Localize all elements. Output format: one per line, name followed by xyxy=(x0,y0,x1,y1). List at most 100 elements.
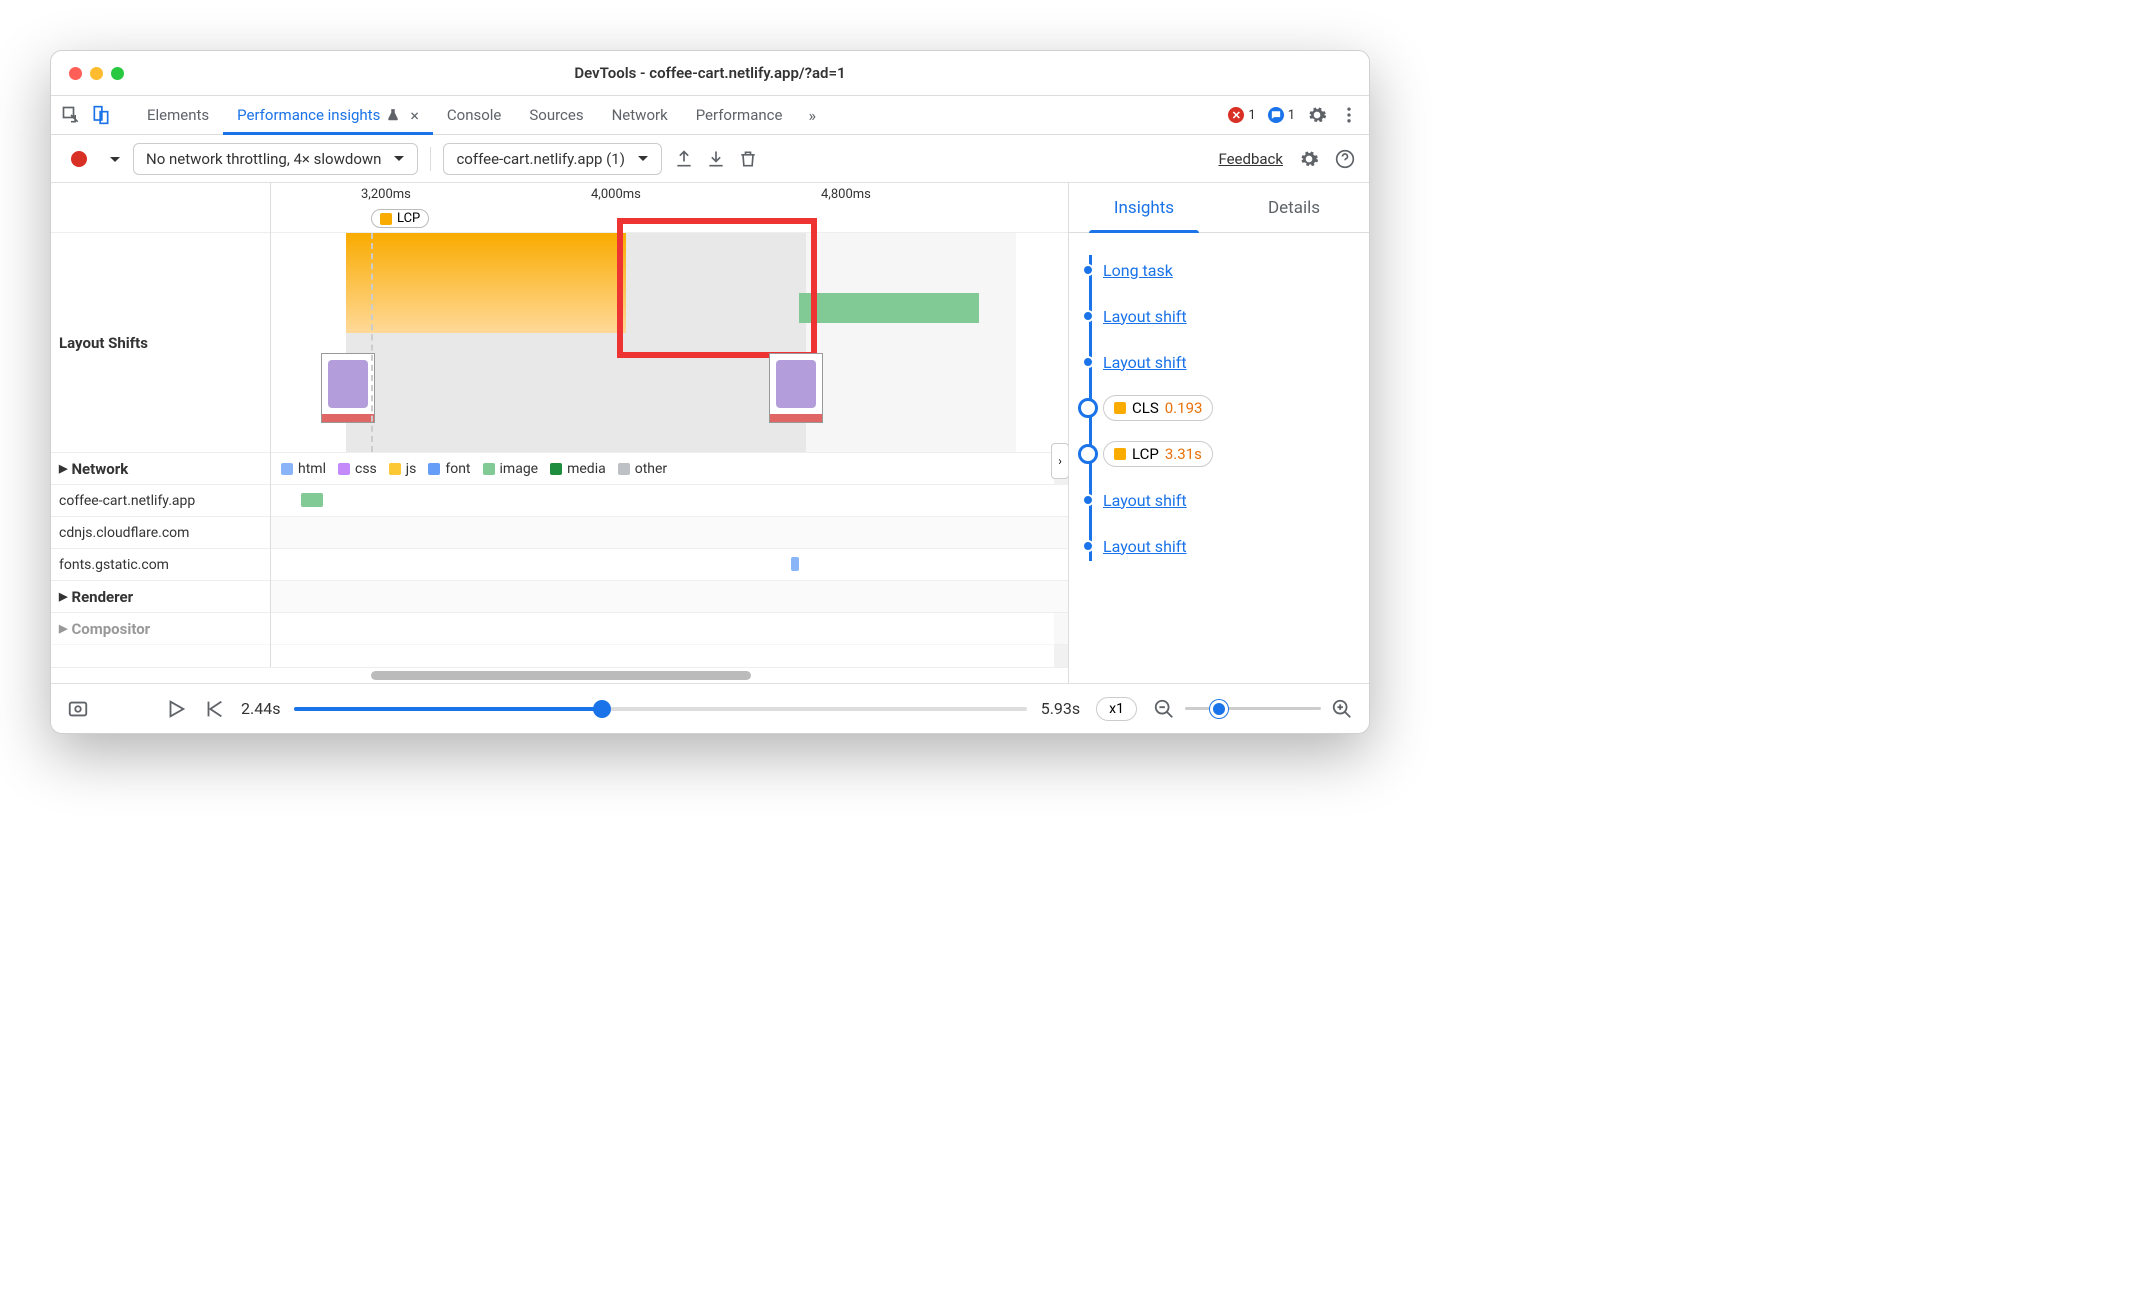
insights-item[interactable]: Layout shift xyxy=(1103,293,1359,339)
inspect-icon[interactable] xyxy=(61,105,81,125)
network-bar[interactable] xyxy=(791,557,799,571)
record-icon xyxy=(71,151,87,167)
tab-label: Console xyxy=(447,106,502,124)
screenshot-thumb[interactable] xyxy=(769,353,823,423)
compositor-track[interactable] xyxy=(271,613,1068,645)
tab-console[interactable]: Console xyxy=(433,96,516,134)
info-badge[interactable]: 1 xyxy=(1268,107,1295,123)
network-header[interactable]: ▶ Network xyxy=(51,453,270,485)
time-slider[interactable]: 2.44s 5.93s xyxy=(241,699,1080,718)
zoom-track[interactable] xyxy=(1185,707,1321,710)
minimize-icon[interactable] xyxy=(90,67,103,80)
zoom-knob[interactable] xyxy=(1210,700,1228,718)
tab-performance-insights[interactable]: Performance insights × xyxy=(223,96,433,134)
tab-performance[interactable]: Performance xyxy=(682,96,797,134)
network-track[interactable] xyxy=(271,485,1068,517)
message-icon xyxy=(1268,107,1284,123)
timeline-dot-icon xyxy=(1082,494,1094,506)
insights-item[interactable]: Layout shift xyxy=(1103,477,1359,523)
recording-label: coffee-cart.netlify.app (1) xyxy=(456,150,624,168)
trash-icon[interactable] xyxy=(738,149,758,169)
zoom-out-icon[interactable] xyxy=(1153,698,1175,720)
import-icon[interactable] xyxy=(706,149,726,169)
gear-icon[interactable] xyxy=(1307,105,1327,125)
compositor-header[interactable]: ▶Compositor xyxy=(51,613,270,645)
lcp-marker-pill[interactable]: LCP xyxy=(371,209,429,228)
network-label: Network xyxy=(71,460,128,478)
insight-link[interactable]: Layout shift xyxy=(1103,491,1187,510)
play-icon[interactable] xyxy=(165,698,187,720)
insight-link[interactable]: Layout shift xyxy=(1103,353,1187,372)
insight-link[interactable]: Long task xyxy=(1103,261,1173,280)
error-badge[interactable]: ✕ 1 xyxy=(1228,107,1255,123)
legend-label: js xyxy=(406,461,417,477)
network-origin-row[interactable]: cdnjs.cloudflare.com xyxy=(51,517,270,549)
feedback-link[interactable]: Feedback xyxy=(1218,150,1283,168)
lcp-label: LCP xyxy=(397,211,420,226)
divider xyxy=(430,147,431,171)
timeline-dot-icon xyxy=(1078,398,1098,418)
network-track[interactable] xyxy=(271,549,1068,581)
slider-knob[interactable] xyxy=(593,700,611,718)
legend-item: font xyxy=(428,461,470,477)
metric-value: 3.31s xyxy=(1165,445,1202,463)
renderer-header[interactable]: ▶Renderer xyxy=(51,581,270,613)
screenshot-thumb[interactable] xyxy=(321,353,375,423)
help-icon[interactable] xyxy=(1335,149,1355,169)
insights-item[interactable]: LCP 3.31s xyxy=(1103,431,1359,477)
caret-right-icon: ▶ xyxy=(59,462,67,475)
maximize-icon[interactable] xyxy=(111,67,124,80)
insight-link[interactable]: Layout shift xyxy=(1103,537,1187,556)
network-bar[interactable] xyxy=(301,493,323,507)
slider-track[interactable] xyxy=(294,707,1026,711)
layout-shifts-label: Layout Shifts xyxy=(51,233,270,453)
network-origin-row[interactable]: coffee-cart.netlify.app xyxy=(51,485,270,517)
export-icon[interactable] xyxy=(674,149,694,169)
legend-label: media xyxy=(567,461,606,477)
network-track[interactable] xyxy=(271,517,1068,549)
timeline-tracks[interactable]: 3,200ms 4,000ms 4,800ms LCP xyxy=(271,183,1068,667)
record-button[interactable] xyxy=(65,145,93,173)
square-icon xyxy=(1114,448,1126,460)
chevron-down-icon xyxy=(393,155,405,163)
tab-label: Sources xyxy=(529,106,583,124)
tab-network[interactable]: Network xyxy=(598,96,682,134)
tab-insights[interactable]: Insights xyxy=(1069,183,1219,232)
insights-item[interactable]: Layout shift xyxy=(1103,523,1359,569)
scrollbar-thumb[interactable] xyxy=(371,671,751,680)
layout-shifts-track[interactable] xyxy=(271,233,1068,453)
tab-elements[interactable]: Elements xyxy=(133,96,223,134)
chevron-down-icon[interactable] xyxy=(105,149,121,168)
device-toolbar-icon[interactable] xyxy=(91,105,111,125)
gear-icon[interactable] xyxy=(1299,149,1319,169)
recording-dropdown[interactable]: coffee-cart.netlify.app (1) xyxy=(443,143,661,175)
insights-item[interactable]: Layout shift xyxy=(1103,339,1359,385)
insight-link[interactable]: Layout shift xyxy=(1103,307,1187,326)
tab-sources[interactable]: Sources xyxy=(515,96,597,134)
speed-pill[interactable]: x1 xyxy=(1096,697,1137,721)
tab-label: Elements xyxy=(147,106,209,124)
metric-pill[interactable]: LCP 3.31s xyxy=(1103,441,1213,467)
throttling-dropdown[interactable]: No network throttling, 4× slowdown xyxy=(133,143,418,175)
skip-back-icon[interactable] xyxy=(203,698,225,720)
more-tabs-icon[interactable]: » xyxy=(800,106,824,125)
zoom-slider[interactable] xyxy=(1153,698,1353,720)
time-tick: 4,000ms xyxy=(591,187,641,202)
caret-right-icon: ▶ xyxy=(59,622,67,635)
close-icon[interactable] xyxy=(69,67,82,80)
metric-label: CLS xyxy=(1132,399,1159,417)
metric-pill[interactable]: CLS 0.193 xyxy=(1103,395,1213,421)
renderer-track[interactable] xyxy=(271,581,1068,613)
kebab-icon[interactable] xyxy=(1339,105,1359,125)
screenshot-toggle-icon[interactable] xyxy=(67,698,89,720)
insights-list[interactable]: Long task Layout shift Layout shift CLS 0.1… xyxy=(1069,233,1369,683)
insights-item[interactable]: Long task xyxy=(1103,247,1359,293)
collapse-handle-icon[interactable]: › xyxy=(1051,443,1069,479)
close-icon[interactable]: × xyxy=(410,106,419,125)
tab-details[interactable]: Details xyxy=(1219,183,1369,232)
network-origin-row[interactable]: fonts.gstatic.com xyxy=(51,549,270,581)
insights-item[interactable]: CLS 0.193 xyxy=(1103,385,1359,431)
horizontal-scrollbar[interactable] xyxy=(51,667,1068,683)
zoom-in-icon[interactable] xyxy=(1331,698,1353,720)
highlight-box xyxy=(617,218,817,358)
